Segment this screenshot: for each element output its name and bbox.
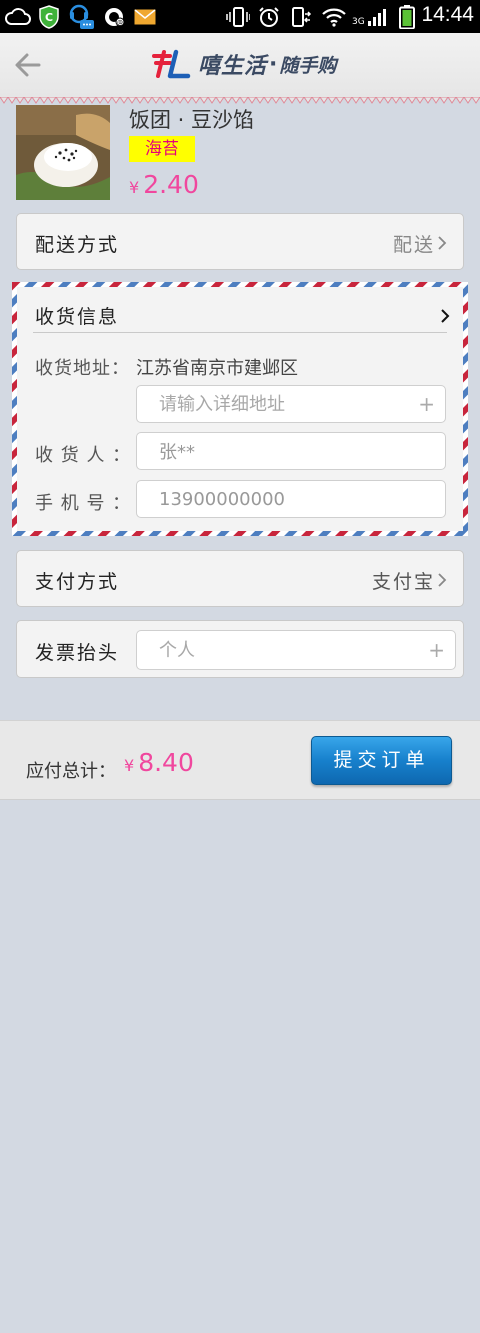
wifi-icon [321, 5, 347, 29]
product-price: ¥ 2.40 [129, 170, 199, 199]
chevron-right-icon [438, 236, 447, 250]
order-total-bar: 应付总计： ¥ 8.40 提交订单 [0, 720, 480, 800]
payment-method-row[interactable]: 支付方式 支付宝 [16, 550, 464, 607]
receiver-label: 收 货 人 ： [35, 445, 132, 466]
product-image [16, 105, 110, 200]
delivery-method-value: 配送 [392, 234, 435, 256]
invoice-label: 发票抬头 [35, 642, 120, 664]
total-currency: ¥ [124, 756, 135, 775]
submit-order-button[interactable]: 提交订单 [311, 736, 452, 785]
logo-separator: · [269, 51, 278, 77]
vibrate-icon [226, 5, 250, 29]
shipping-info-card: 收货信息 收货地址： 江苏省南京市建邺区 + 收 货 人 ： 手 机 号 ： [17, 287, 463, 531]
shield-app-icon: C [38, 5, 60, 29]
address-label: 收货地址： [35, 358, 130, 379]
chevron-right-icon[interactable] [439, 308, 451, 324]
back-button[interactable] [10, 47, 46, 83]
phone-field[interactable] [136, 480, 446, 518]
browser-app-icon: @ [102, 5, 126, 29]
total-price: ¥ 8.40 [124, 748, 194, 777]
phone-label: 手 机 号 ： [35, 493, 132, 514]
battery-icon [399, 5, 415, 29]
svg-text:C: C [45, 11, 53, 24]
product-flavor-tag: 海苔 [129, 136, 195, 162]
receiver-field[interactable] [136, 432, 446, 470]
alarm-icon [258, 5, 280, 29]
detail-address-input[interactable] [137, 386, 445, 422]
total-amount: 8.40 [138, 748, 194, 777]
invoice-title-field[interactable]: + [136, 630, 456, 670]
chevron-right-icon [438, 573, 447, 587]
network-type-label: 3G [352, 17, 365, 27]
clock-time: 14:44 [421, 3, 474, 26]
price-amount: 2.40 [143, 170, 199, 199]
chat-support-icon [67, 4, 95, 29]
invoice-title-input[interactable] [137, 631, 455, 669]
shipping-info-title[interactable]: 收货信息 [35, 302, 119, 329]
status-bar: C @ 3G 14:44 [0, 0, 480, 33]
mail-icon [134, 5, 156, 29]
delivery-method-label: 配送方式 [35, 234, 120, 256]
logo-text: 嘻生活 [198, 54, 268, 79]
product-name: 饭团 · 豆沙馅 [129, 108, 255, 132]
shipping-info-section: 收货信息 收货地址： 江苏省南京市建邺区 + 收 货 人 ： 手 机 号 ： [12, 282, 468, 536]
plus-icon: + [418, 392, 435, 416]
logo-subtitle: 随手购 [279, 54, 337, 77]
signal-3g-icon: 3G [352, 5, 389, 29]
cloud-icon [4, 5, 32, 29]
app-header: 嘻生活 · 随手购 [0, 33, 480, 97]
data-transfer-icon [290, 5, 312, 29]
receiver-input[interactable] [137, 433, 445, 469]
logo-mark-icon [152, 49, 191, 79]
phone-input[interactable] [137, 481, 445, 517]
payment-method-label: 支付方式 [35, 571, 120, 593]
divider [33, 332, 447, 333]
total-label: 应付总计： [26, 761, 116, 782]
plus-icon: + [428, 638, 445, 662]
app-logo: 嘻生活 · 随手购 [150, 47, 336, 81]
detail-address-field[interactable]: + [136, 385, 446, 423]
price-currency: ¥ [129, 178, 140, 197]
payment-method-value: 支付宝 [371, 571, 435, 593]
svg-text:@: @ [117, 20, 123, 27]
address-region-value[interactable]: 江苏省南京市建邺区 [136, 354, 298, 380]
arrow-left-icon [15, 53, 41, 77]
delivery-method-row[interactable]: 配送方式 配送 [16, 213, 464, 270]
invoice-row: 发票抬头 + [16, 620, 464, 678]
